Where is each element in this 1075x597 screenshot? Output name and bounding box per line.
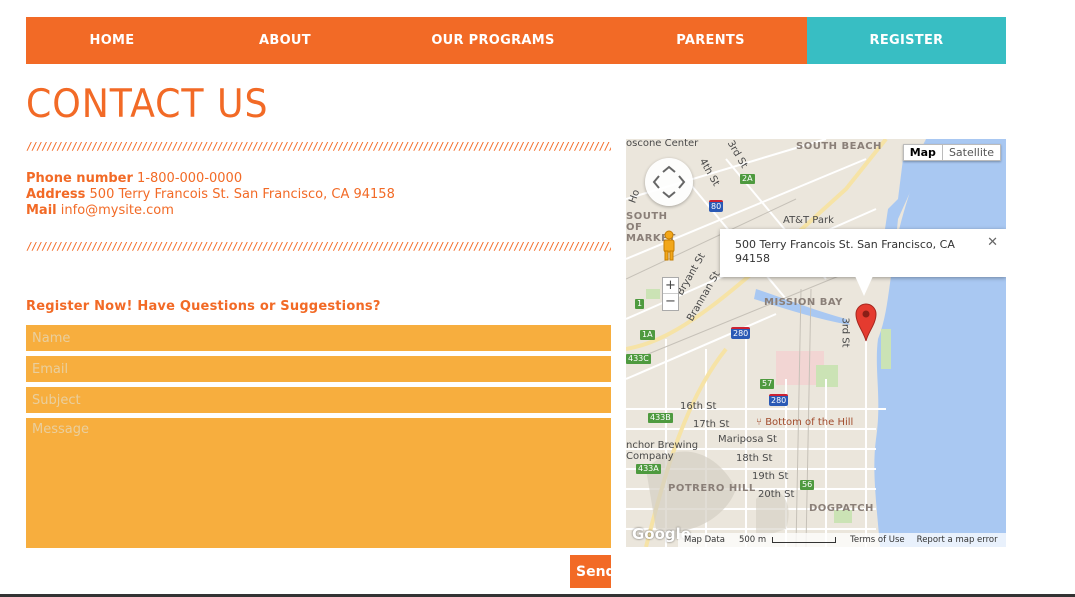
name-field[interactable] bbox=[26, 325, 611, 351]
map-label-moscone: oscone Center bbox=[626, 139, 699, 149]
send-button[interactable]: Send bbox=[570, 555, 616, 588]
info-window-tail bbox=[855, 276, 873, 296]
nav-parents[interactable]: PARENTS bbox=[614, 17, 807, 64]
close-icon[interactable]: ✕ bbox=[987, 236, 998, 250]
map-footer: Map Data 500 m Terms of Use Report a map… bbox=[678, 533, 1006, 547]
street-view-pegman-icon[interactable] bbox=[660, 230, 678, 262]
report-map-error-link[interactable]: Report a map error bbox=[917, 535, 998, 545]
interstate-280-shield: 280 bbox=[769, 394, 789, 406]
phone-label: Phone number bbox=[26, 171, 133, 186]
route-433b-shield: 433B bbox=[648, 413, 673, 423]
slash-divider: ////////////////////////////////////////… bbox=[26, 141, 611, 153]
map-type-satellite-button[interactable]: Satellite bbox=[942, 144, 1001, 161]
pan-control[interactable] bbox=[645, 158, 693, 206]
map-marker-icon[interactable] bbox=[855, 302, 877, 342]
scale-bar bbox=[772, 536, 837, 543]
address-label: Address bbox=[26, 187, 86, 202]
phone-value: 1-800-000-0000 bbox=[137, 171, 243, 186]
map-label-bottom-of-the-hill: ⑂ Bottom of the Hill bbox=[756, 417, 854, 428]
map-label-mariposa: Mariposa St bbox=[718, 434, 777, 445]
route-57-shield: 57 bbox=[760, 379, 775, 389]
nav-register[interactable]: REGISTER bbox=[807, 17, 1006, 64]
map-info-window: 500 Terry Francois St. San Francisco, CA… bbox=[720, 229, 1006, 277]
mail-label: Mail bbox=[26, 203, 57, 218]
map-label-dogpatch: DOGPATCH bbox=[809, 503, 874, 514]
address-value: 500 Terry Francois St. San Francisco, CA… bbox=[89, 187, 395, 202]
map-label-17th-st: 17th St bbox=[693, 419, 730, 430]
mail-row: Mail info@mysite.com bbox=[26, 203, 395, 219]
zoom-control: + − bbox=[662, 277, 679, 311]
map-label-potrero-hill: POTRERO HILL bbox=[668, 483, 756, 494]
map-label-20th-st: 20th St bbox=[758, 489, 795, 500]
info-window-address: 500 Terry Francois St. San Francisco, CA… bbox=[735, 238, 955, 265]
nav-home[interactable]: HOME bbox=[26, 17, 198, 64]
location-map[interactable]: oscone Center SOUTH BEACH 3rd St 4th St … bbox=[626, 139, 1006, 547]
message-field[interactable] bbox=[26, 418, 611, 548]
map-scale: 500 m bbox=[739, 535, 837, 545]
map-label-south-beach: SOUTH BEACH bbox=[796, 141, 882, 152]
slash-divider: ////////////////////////////////////////… bbox=[26, 241, 611, 253]
map-label-att-park: AT&T Park bbox=[783, 215, 834, 226]
map-label-16th-st: 16th St bbox=[680, 401, 717, 412]
interstate-280-shield: 280 bbox=[731, 327, 751, 339]
phone-row: Phone number 1-800-000-0000 bbox=[26, 171, 395, 187]
nav-about[interactable]: ABOUT bbox=[198, 17, 372, 64]
address-row: Address 500 Terry Francois St. San Franc… bbox=[26, 187, 395, 203]
contact-info: Phone number 1-800-000-0000 Address 500 … bbox=[26, 171, 395, 219]
form-heading: Register Now! Have Questions or Suggesti… bbox=[26, 299, 381, 314]
map-label-anchor-brewing: nchor Brewing Company bbox=[626, 440, 699, 462]
mail-value[interactable]: info@mysite.com bbox=[61, 203, 174, 218]
interstate-80-shield: 80 bbox=[709, 200, 724, 212]
map-type-map-button[interactable]: Map bbox=[902, 144, 943, 161]
pan-arrows-icon bbox=[652, 165, 686, 199]
route-433a-shield: 433A bbox=[636, 464, 661, 474]
map-data-link[interactable]: Map Data bbox=[684, 535, 725, 545]
route-2a-shield: 2A bbox=[740, 174, 755, 184]
route-1a-shield: 1A bbox=[640, 330, 655, 340]
map-label-19th-st: 19th St bbox=[752, 471, 789, 482]
main-nav: HOME ABOUT OUR PROGRAMS PARENTS REGISTER bbox=[26, 17, 1006, 64]
route-1-shield: 1 bbox=[635, 299, 645, 309]
terms-of-use-link[interactable]: Terms of Use bbox=[850, 535, 905, 545]
zoom-out-button[interactable]: − bbox=[663, 294, 678, 310]
zoom-in-button[interactable]: + bbox=[663, 278, 678, 294]
route-433c-shield: 433C bbox=[626, 354, 651, 364]
route-56-shield: 56 bbox=[800, 480, 815, 490]
email-field[interactable] bbox=[26, 356, 611, 382]
map-label-mission-bay: MISSION BAY bbox=[764, 297, 843, 308]
map-type-control: Map Satellite bbox=[902, 144, 1001, 161]
map-label-18th-st: 18th St bbox=[736, 453, 773, 464]
nav-our-programs[interactable]: OUR PROGRAMS bbox=[372, 17, 614, 64]
page-title: CONTACT US bbox=[26, 82, 269, 127]
subject-field[interactable] bbox=[26, 387, 611, 413]
map-label-3rd-st: 3rd St bbox=[839, 317, 851, 348]
